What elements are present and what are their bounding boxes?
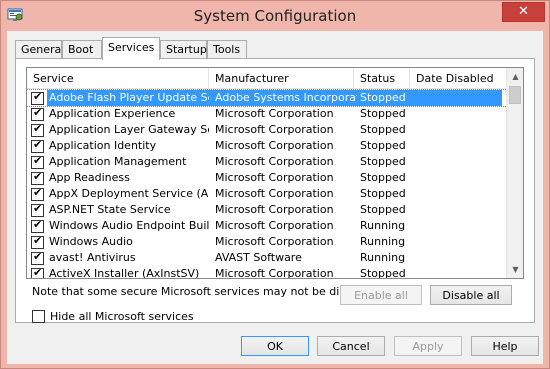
service-status: Stopped [360, 155, 406, 168]
title-bar[interactable]: System Configuration ✕ [1, 1, 549, 31]
secure-services-note: Note that some secure Microsoft services… [32, 285, 380, 298]
service-checkbox[interactable] [31, 90, 44, 105]
help-button[interactable]: Help [471, 336, 539, 356]
service-status: Stopped [360, 267, 406, 279]
apply-button[interactable]: Apply [394, 336, 462, 356]
services-list[interactable]: Service Manufacturer Status Date Disable… [26, 67, 524, 279]
list-rows: Adobe Flash Player Update Service Adobe S… [27, 89, 508, 279]
service-name: Adobe Flash Player Update Service [49, 91, 209, 104]
service-manufacturer: Microsoft Corporation [215, 267, 334, 279]
service-name: Application Identity [49, 139, 157, 152]
service-checkbox[interactable] [31, 202, 44, 217]
list-item[interactable]: Adobe Flash Player Update Service Adobe S… [27, 89, 508, 107]
hide-microsoft-services-checkbox[interactable] [32, 310, 45, 323]
service-checkbox[interactable] [31, 154, 44, 169]
service-status: Stopped [360, 123, 406, 136]
service-manufacturer: Microsoft Corporation [215, 107, 334, 120]
list-item[interactable]: avast! Antivirus AVAST Software Running [27, 250, 507, 266]
list-item[interactable]: Application Layer Gateway Service Microso… [27, 122, 507, 138]
list-item[interactable]: App Readiness Microsoft Corporation Stoppe… [27, 170, 507, 186]
service-status: Stopped [360, 187, 406, 200]
cancel-button[interactable]: Cancel [317, 336, 385, 356]
services-tab-panel: Service Manufacturer Status Date Disable… [15, 58, 535, 323]
service-status: Running [360, 251, 406, 264]
column-header-service[interactable]: Service [27, 68, 209, 89]
service-checkbox[interactable] [31, 234, 44, 249]
service-status: Stopped [360, 91, 406, 104]
service-manufacturer: AVAST Software [215, 251, 302, 264]
dialog-client-area: General Boot Services Startup Tools Serv… [7, 31, 543, 364]
tab-boot[interactable]: Boot [62, 40, 102, 59]
service-name: Application Management [49, 155, 187, 168]
tab-general[interactable]: General [15, 40, 64, 59]
service-manufacturer: Microsoft Corporation [215, 123, 334, 136]
service-name: App Readiness [49, 171, 130, 184]
enable-all-button[interactable]: Enable all [340, 285, 422, 305]
service-manufacturer: Microsoft Corporation [215, 219, 334, 232]
column-header-status[interactable]: Status [354, 68, 410, 89]
list-item[interactable]: Application Identity Microsoft Corporatio… [27, 138, 507, 154]
service-checkbox[interactable] [31, 122, 44, 137]
service-checkbox[interactable] [31, 170, 44, 185]
service-manufacturer: Microsoft Corporation [215, 187, 334, 200]
ok-button[interactable]: OK [241, 336, 309, 356]
service-status: Stopped [360, 139, 406, 152]
service-status: Running [360, 219, 406, 232]
list-item[interactable]: ASP.NET State Service Microsoft Corporati… [27, 202, 507, 218]
tab-tools[interactable]: Tools [207, 40, 247, 59]
scrollbar-thumb[interactable] [509, 86, 521, 104]
service-checkbox[interactable] [31, 186, 44, 201]
hide-microsoft-services-label: Hide all Microsoft services [50, 310, 194, 323]
tab-startup[interactable]: Startup [160, 40, 207, 59]
list-item[interactable]: Application Management Microsoft Corporat… [27, 154, 507, 170]
service-status: Stopped [360, 171, 406, 184]
vertical-scrollbar[interactable]: ▲ ▼ [506, 68, 523, 278]
service-name: Windows Audio [49, 235, 133, 248]
list-item[interactable]: Windows Audio Endpoint Builder Microsoft … [27, 218, 507, 234]
window-title: System Configuration [193, 7, 357, 25]
service-checkbox[interactable] [31, 106, 44, 121]
disable-all-button[interactable]: Disable all [430, 285, 512, 305]
service-manufacturer: Microsoft Corporation [215, 155, 334, 168]
service-manufacturer: Microsoft Corporation [215, 203, 334, 216]
service-status: Stopped [360, 107, 406, 120]
close-icon: ✕ [518, 4, 529, 19]
service-manufacturer: Microsoft Corporation [215, 235, 334, 248]
list-item[interactable]: Application Experience Microsoft Corporat… [27, 106, 507, 122]
column-header-manufacturer[interactable]: Manufacturer [209, 68, 354, 89]
list-header: Service Manufacturer Status Date Disable… [27, 68, 507, 89]
service-name: Application Experience [49, 107, 176, 120]
service-name: ActiveX Installer (AxInstSV) [49, 267, 200, 279]
service-checkbox[interactable] [31, 250, 44, 265]
service-name: Windows Audio Endpoint Builder [49, 219, 209, 232]
list-item[interactable]: Windows Audio Microsoft Corporation Runnin… [27, 234, 507, 250]
column-header-date-disabled[interactable]: Date Disabled [410, 68, 507, 89]
service-status: Stopped [360, 203, 406, 216]
service-name: avast! Antivirus [49, 251, 136, 264]
service-name: AppX Deployment Service (AppX... [49, 187, 209, 200]
service-checkbox[interactable] [31, 266, 44, 278]
service-manufacturer: Microsoft Corporation [215, 139, 334, 152]
list-item[interactable]: ActiveX Installer (AxInstSV) Microsoft Co… [27, 266, 507, 279]
service-manufacturer: Microsoft Corporation [215, 171, 334, 184]
service-checkbox[interactable] [31, 138, 44, 153]
list-item[interactable]: AppX Deployment Service (AppX... Microsof… [27, 186, 507, 202]
system-configuration-window: System Configuration ✕ General Boot Serv… [0, 0, 550, 369]
service-name: ASP.NET State Service [49, 203, 171, 216]
tab-services[interactable]: Services [102, 37, 160, 60]
service-status: Running [360, 235, 406, 248]
scroll-down-icon[interactable]: ▼ [507, 261, 523, 278]
service-manufacturer: Adobe Systems Incorporated [215, 91, 357, 104]
service-name: Application Layer Gateway Service [49, 123, 209, 136]
close-button[interactable]: ✕ [502, 2, 545, 22]
scroll-up-icon[interactable]: ▲ [507, 68, 523, 85]
service-checkbox[interactable] [31, 218, 44, 233]
